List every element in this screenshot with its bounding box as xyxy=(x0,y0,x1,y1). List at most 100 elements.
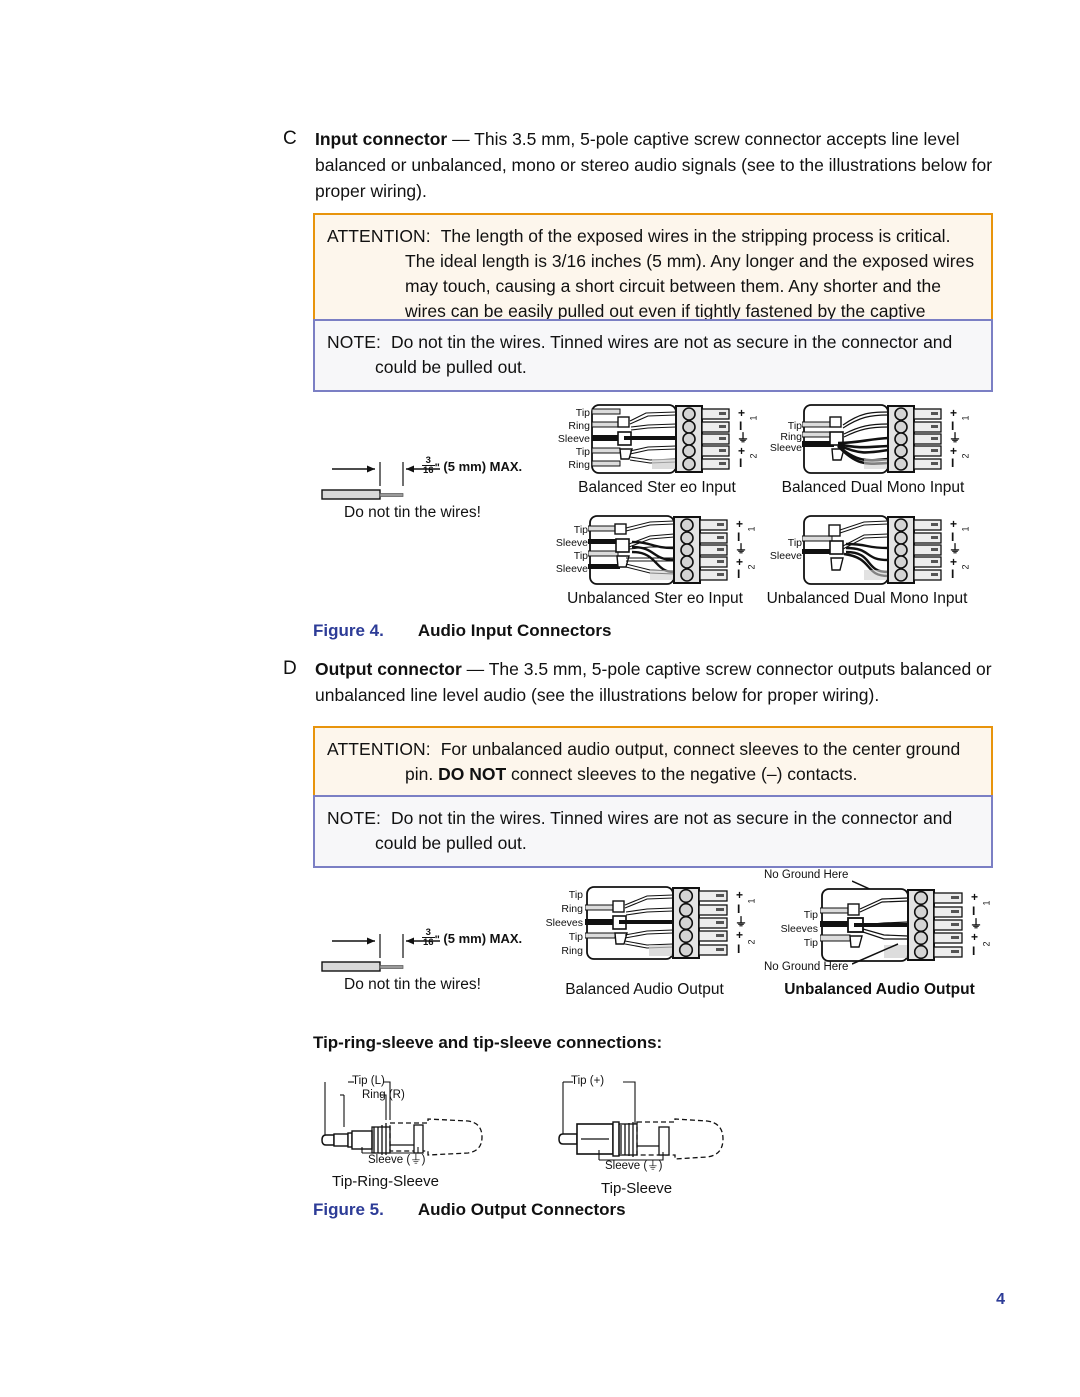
channel-number-1: 1 xyxy=(748,415,759,421)
plug-label-tip-l: Tip (L) xyxy=(352,1075,385,1087)
pin-mark-minus-2: I xyxy=(739,456,743,470)
fraction-3-16: 3 16 xyxy=(422,455,435,476)
list-item-d: D Output connector — The 3.5 mm, 5-pole … xyxy=(283,656,993,708)
plug-label-tip-plus: Tip (+) xyxy=(571,1075,605,1087)
wire-label-sleeves-uo: Sleeves xyxy=(780,923,818,935)
pin-mark-ground-icon-dm: ⏚ xyxy=(949,431,962,445)
pin-mark-ground-icon-us: ⏚ xyxy=(735,542,748,556)
note-callout-1: NOTE: Do not tin the wires. Tinned wires … xyxy=(313,319,993,392)
connector-drawing-2 xyxy=(802,404,942,474)
note-label-2: NOTE: xyxy=(327,808,381,828)
wire-label-sleeves-bo: Sleeves xyxy=(545,917,583,929)
wire-label-tip-uo-2: Tip xyxy=(803,937,818,949)
wire-label-tip-udm: Tip xyxy=(787,537,802,549)
figure-5-title: Audio Output Connectors xyxy=(417,1200,626,1219)
plug-caption-tip-sleeve: Tip-Sleeve xyxy=(601,1180,673,1197)
tip-ring-sleeve-subhead: Tip-ring-sleeve and tip-sleeve connectio… xyxy=(313,1033,663,1052)
strip-gauge-caption-2: Do not tin the wires! xyxy=(344,976,481,993)
figure-4-caption: Figure 4. Audio Input Connectors xyxy=(313,621,611,641)
attention-body-2b: connect sleeves to the negative (–) cont… xyxy=(506,764,858,784)
note-body-1: Do not tin the wires. Tinned wires are n… xyxy=(375,332,953,377)
strip-gauge-caption-1: Do not tin the wires! xyxy=(344,504,481,521)
item-dash-d: — xyxy=(461,659,489,679)
strip-gauge-illustration-2: 3 16 " (5 mm) MAX. Do not tin the wires! xyxy=(318,928,522,993)
plug-label-ring-r: Ring (R) xyxy=(362,1089,405,1101)
inch-mark-1: " xyxy=(434,462,440,474)
pin-mark-plus-2-bo: + xyxy=(736,928,744,942)
wire-label-ring-2: Ring xyxy=(568,459,590,471)
channel-number-1-uo: 1 xyxy=(981,900,992,906)
item-body-c: Input connector — This 3.5 mm, 5-pole ca… xyxy=(315,126,993,204)
pin-mark-minus-2-us: I xyxy=(737,567,741,581)
pin-mark-plus-1-bo: + xyxy=(736,888,744,902)
note-label-1: NOTE: xyxy=(327,332,381,352)
leader-line-bottom xyxy=(852,943,899,965)
plug-label-sleeve-trs: Sleeve (⏚) xyxy=(368,1154,426,1166)
pin-mark-minus-1-bo: I xyxy=(737,902,741,916)
figure-4-title: Audio Input Connectors xyxy=(417,621,612,640)
item-letter-d: D xyxy=(283,658,297,679)
item-title-d: Output connector xyxy=(315,659,462,679)
wire-label-tip-dm: Tip xyxy=(787,420,802,432)
diagram-caption-balanced-audio-output: Balanced Audio Output xyxy=(565,981,724,998)
strip-gauge-mm-1: (5 mm) MAX. xyxy=(443,459,523,474)
connector-drawing-4 xyxy=(802,515,942,585)
pin-mark-ground-icon-bo: ⏚ xyxy=(735,915,748,929)
pin-mark-minus-1-uo: I xyxy=(972,904,976,918)
annotation-no-ground-here-bottom: No Ground Here xyxy=(764,961,849,973)
diagram-caption-balanced-stereo-input: Balanced Ster eo Input xyxy=(578,479,736,496)
attention-text-2: ATTENTION: For unbalanced audio output, c… xyxy=(327,737,979,787)
wire-label-sleeve-us-2: Sleeve xyxy=(555,563,588,575)
note-text-1: NOTE: Do not tin the wires. Tinned wires … xyxy=(327,330,979,380)
connector-drawing-1 xyxy=(591,404,730,474)
pin-mark-plus-1-dm: + xyxy=(950,406,958,420)
pin-mark-plus-1-uo: + xyxy=(971,890,979,904)
item-dash-c: — xyxy=(447,129,475,149)
diagram-caption-unbalanced-dual-mono-input: Unbalanced Dual Mono Input xyxy=(766,590,968,607)
pin-mark-plus-2-uo: + xyxy=(971,930,979,944)
plug-caption-tip-ring-sleeve: Tip-Ring-Sleeve xyxy=(332,1173,439,1190)
figure-5-caption: Figure 5. Audio Output Connectors xyxy=(313,1200,626,1220)
note-text-2: NOTE: Do not tin the wires. Tinned wires … xyxy=(327,806,979,856)
diagram-caption-unbalanced-stereo-input: Unbalanced Ster eo Input xyxy=(567,590,743,607)
wire-label-sleeve-dm: Sleeve xyxy=(769,442,802,454)
wire-label-tip-uo: Tip xyxy=(803,909,818,921)
wire-label-sleeve: Sleeve xyxy=(557,433,590,445)
pin-mark-minus-2-bo: I xyxy=(737,942,741,956)
pin-mark-minus-2-udm: I xyxy=(951,567,955,581)
wire-label-ring: Ring xyxy=(568,420,590,432)
wire-label-tip-2: Tip xyxy=(575,446,590,458)
pin-mark-plus-1-us: + xyxy=(736,517,744,531)
note-body-2: Do not tin the wires. Tinned wires are n… xyxy=(375,808,953,853)
strip-gauge-illustration-1: 3 16 " (5 mm) MAX. Do not tin the wires! xyxy=(318,456,522,521)
pin-mark-plus-1-udm: + xyxy=(950,517,958,531)
wire-label-ring-bo-2: Ring xyxy=(561,945,583,957)
pin-mark-minus-2-dm: I xyxy=(951,456,955,470)
channel-number-2: 2 xyxy=(748,453,759,459)
plug-drawing-trs xyxy=(321,1081,483,1156)
wire-label-sleeve-udm: Sleeve xyxy=(769,550,802,562)
item-title-c: Input connector xyxy=(315,129,448,149)
attention-callout-2: ATTENTION: For unbalanced audio output, c… xyxy=(313,726,993,799)
pin-mark-minus-2-uo: I xyxy=(972,944,976,958)
wire-label-ring-dm: Ring xyxy=(780,431,802,443)
attention-label-1: ATTENTION: xyxy=(327,226,431,246)
wire-label-tip-us-2: Tip xyxy=(573,550,588,562)
wire-label-tip-bo: Tip xyxy=(568,889,583,901)
channel-number-2-bo: 2 xyxy=(746,939,757,945)
wire-label-sleeve-us: Sleeve xyxy=(555,537,588,549)
annotation-no-ground-here-top: No Ground Here xyxy=(764,869,849,881)
connector-drawing-5 xyxy=(585,886,728,960)
inch-mark-2: " xyxy=(434,934,440,946)
pin-mark-ground-icon-udm: ⏚ xyxy=(949,542,962,556)
note-callout-2: NOTE: Do not tin the wires. Tinned wires … xyxy=(313,795,993,868)
strip-gauge-measure-2: 3 16 " (5 mm) MAX. xyxy=(422,928,522,947)
wire-label-ring-bo: Ring xyxy=(561,903,583,915)
list-item-c: C Input connector — This 3.5 mm, 5-pole … xyxy=(283,126,993,204)
channel-number-1-udm: 1 xyxy=(960,526,971,532)
fraction-3-16-b: 3 16 xyxy=(422,927,435,948)
wire-label-tip-bo-2: Tip xyxy=(568,931,583,943)
plug-diagram-tip-sleeve: Tip (+) Sleeve (⏚) Tip-Sleeve xyxy=(555,1072,745,1197)
channel-number-2-udm: 2 xyxy=(960,564,971,570)
strip-gauge-measure-1: 3 16 " (5 mm) MAX. xyxy=(422,456,522,475)
